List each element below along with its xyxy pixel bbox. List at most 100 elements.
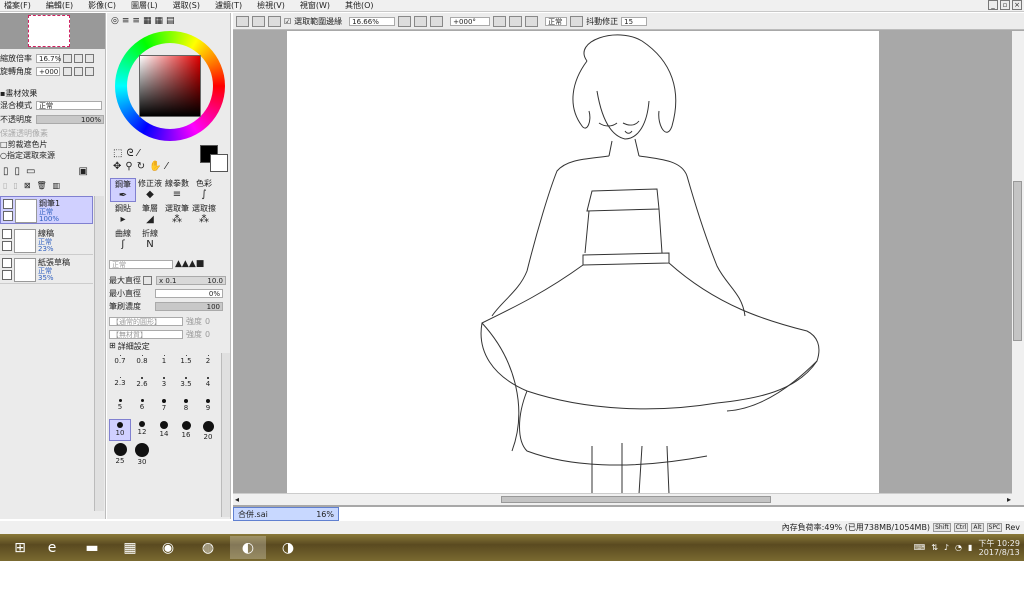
menu-view[interactable]: 檢視(V)	[257, 0, 285, 11]
mixer-tab-icon[interactable]: ▦	[143, 16, 152, 26]
blend-select[interactable]: 正常	[545, 16, 568, 26]
network-icon[interactable]: ⇅	[931, 543, 938, 552]
keyboard-icon[interactable]: ⌨	[914, 543, 926, 552]
saturation-value-square[interactable]	[139, 55, 201, 117]
layer-effect-title[interactable]: ▪ 畫材效果	[0, 88, 106, 99]
texture1-strength[interactable]: 0	[205, 317, 210, 326]
clip-row[interactable]: □ 剪裁遮色片	[0, 139, 106, 150]
clock[interactable]: 下午 10:29 2017/8/13	[978, 539, 1020, 557]
scroll-right-icon[interactable]: ▸	[1007, 495, 1011, 504]
new-layer-icon[interactable]: ▯	[3, 166, 9, 177]
new-layer-set-icon[interactable]: ▯	[15, 166, 21, 177]
brush-size-16[interactable]: 16	[175, 419, 197, 441]
tool-curve[interactable]: 曲線 ʃ	[110, 228, 136, 252]
hand-icon[interactable]: ✋	[149, 161, 161, 172]
scratch-tab-icon[interactable]: ▤	[166, 16, 175, 26]
layer-item[interactable]: 線稿 正常 23%	[0, 227, 93, 255]
menu-other[interactable]: 其他(O)	[345, 0, 374, 11]
visibility-icon[interactable]	[2, 229, 12, 239]
brush-size-5[interactable]: 5	[109, 397, 131, 419]
browser-icon[interactable]: ◍	[190, 536, 226, 559]
rotate-right-button[interactable]	[509, 15, 523, 27]
brush-size-2.6[interactable]: 2.6	[131, 375, 153, 397]
rect-select-icon[interactable]: ⬚	[113, 148, 122, 159]
rotate-icon[interactable]: ↻	[137, 161, 145, 172]
layer-item[interactable]: 鋼筆1 正常 100%	[0, 196, 93, 224]
brush-size-12[interactable]: 12	[131, 419, 153, 441]
tool-panel-scrollbar[interactable]	[221, 353, 230, 517]
deselect-button[interactable]	[252, 15, 265, 27]
zoom-select[interactable]: 16.66%	[349, 16, 396, 26]
tool-select-eraser[interactable]: 選取擦 ⁂	[191, 203, 217, 227]
rotate-reset-button[interactable]	[525, 15, 539, 27]
sai-icon[interactable]: ◐	[230, 536, 266, 559]
rgb-slider-tab-icon[interactable]: ≡	[122, 16, 130, 26]
brush-size-8[interactable]: 8	[175, 397, 197, 419]
blend-select[interactable]: 正常	[36, 101, 102, 110]
brush-size-14[interactable]: 14	[153, 419, 175, 441]
min-size-slider[interactable]: 0%	[155, 289, 223, 298]
max-size-slider[interactable]: x 0.1 10.0	[156, 276, 226, 285]
tool-layer[interactable]: 筆層 ◢	[137, 203, 163, 227]
vertical-scrollbar[interactable]	[1012, 31, 1024, 505]
brush-size-2[interactable]: 2	[197, 353, 219, 375]
tool-color[interactable]: 色彩 ∫	[191, 178, 217, 202]
brush-size-3.5[interactable]: 3.5	[175, 375, 197, 397]
minimize-icon[interactable]: _	[988, 0, 998, 10]
opacity-slider[interactable]: 100%	[36, 115, 104, 124]
brush-size-10[interactable]: 10	[109, 419, 131, 441]
swatch-tab-icon[interactable]: ▦	[154, 16, 163, 26]
brush-size-6[interactable]: 6	[131, 397, 153, 419]
navigator-thumbnail[interactable]	[0, 13, 105, 49]
battery-icon[interactable]: ▮	[968, 543, 972, 552]
clear-icon[interactable]: ⊠	[24, 181, 31, 190]
close-icon[interactable]: ×	[1012, 0, 1022, 10]
explorer-icon[interactable]: ▬	[74, 536, 110, 559]
lock-icon[interactable]	[2, 241, 12, 251]
texture2-strength[interactable]: 0	[205, 330, 210, 339]
zoom-fit-button[interactable]	[430, 15, 444, 27]
layer-scrollbar[interactable]	[94, 196, 104, 511]
restore-icon[interactable]: ▫	[1000, 0, 1010, 10]
source-checkbox[interactable]: ○	[0, 151, 7, 160]
select-all-button[interactable]	[236, 15, 249, 27]
brush-size-3[interactable]: 3	[153, 375, 175, 397]
vertical-scroll-thumb[interactable]	[1013, 181, 1022, 341]
menu-filter[interactable]: 濾鏡(T)	[215, 0, 242, 11]
brush-size-25[interactable]: 25	[109, 441, 131, 465]
copy-layer-icon[interactable]: ▯	[3, 181, 7, 190]
menu-edit[interactable]: 編輯(E)	[46, 0, 73, 11]
brush-size-1[interactable]: 1	[153, 353, 175, 375]
menu-image[interactable]: 影像(C)	[88, 0, 116, 11]
angle-field[interactable]: +000	[36, 67, 60, 76]
mask-icon[interactable]: ▣	[78, 166, 87, 177]
brush-size-4[interactable]: 4	[197, 375, 219, 397]
brush-size-1.5[interactable]: 1.5	[175, 353, 197, 375]
layer-op-icon[interactable]: ▥	[53, 181, 61, 190]
lock-icon[interactable]	[2, 270, 12, 280]
angle-select[interactable]: +000°	[450, 16, 491, 26]
rotate-right-button[interactable]	[74, 67, 83, 76]
trash-icon[interactable]: 🗑	[37, 181, 47, 190]
tool-eraser[interactable]: 修正液 ◆	[137, 178, 163, 202]
stabilizer-select[interactable]: 15	[621, 16, 648, 26]
zoom-icon[interactable]: ⚲	[125, 161, 132, 172]
pen-icon[interactable]	[3, 211, 13, 221]
zoom-field[interactable]: 16.7%	[36, 54, 61, 63]
tool-fill[interactable]: 鋼貼 ▸	[110, 203, 136, 227]
media-icon[interactable]: ◑	[270, 536, 306, 559]
clip-checkbox[interactable]: □	[0, 140, 8, 149]
merge-icon[interactable]: ▯	[13, 181, 17, 190]
invert-button[interactable]	[268, 15, 281, 27]
flip-button[interactable]	[570, 15, 584, 27]
chrome-icon[interactable]: ◉	[150, 536, 186, 559]
brush-size-2.3[interactable]: 2.3	[109, 375, 131, 397]
hsv-slider-tab-icon[interactable]: ≡	[132, 16, 140, 26]
rotate-left-button[interactable]	[493, 15, 507, 27]
store-icon[interactable]: ▦	[112, 536, 148, 559]
background-color-swatch[interactable]	[210, 154, 228, 172]
detail-settings-toggle[interactable]: ⊞ 詳細設定	[109, 341, 150, 352]
magic-wand-icon[interactable]: ⁄	[138, 148, 140, 159]
texture2-select[interactable]: 【無材質】	[109, 330, 183, 339]
zoom-out-button[interactable]	[63, 54, 72, 63]
